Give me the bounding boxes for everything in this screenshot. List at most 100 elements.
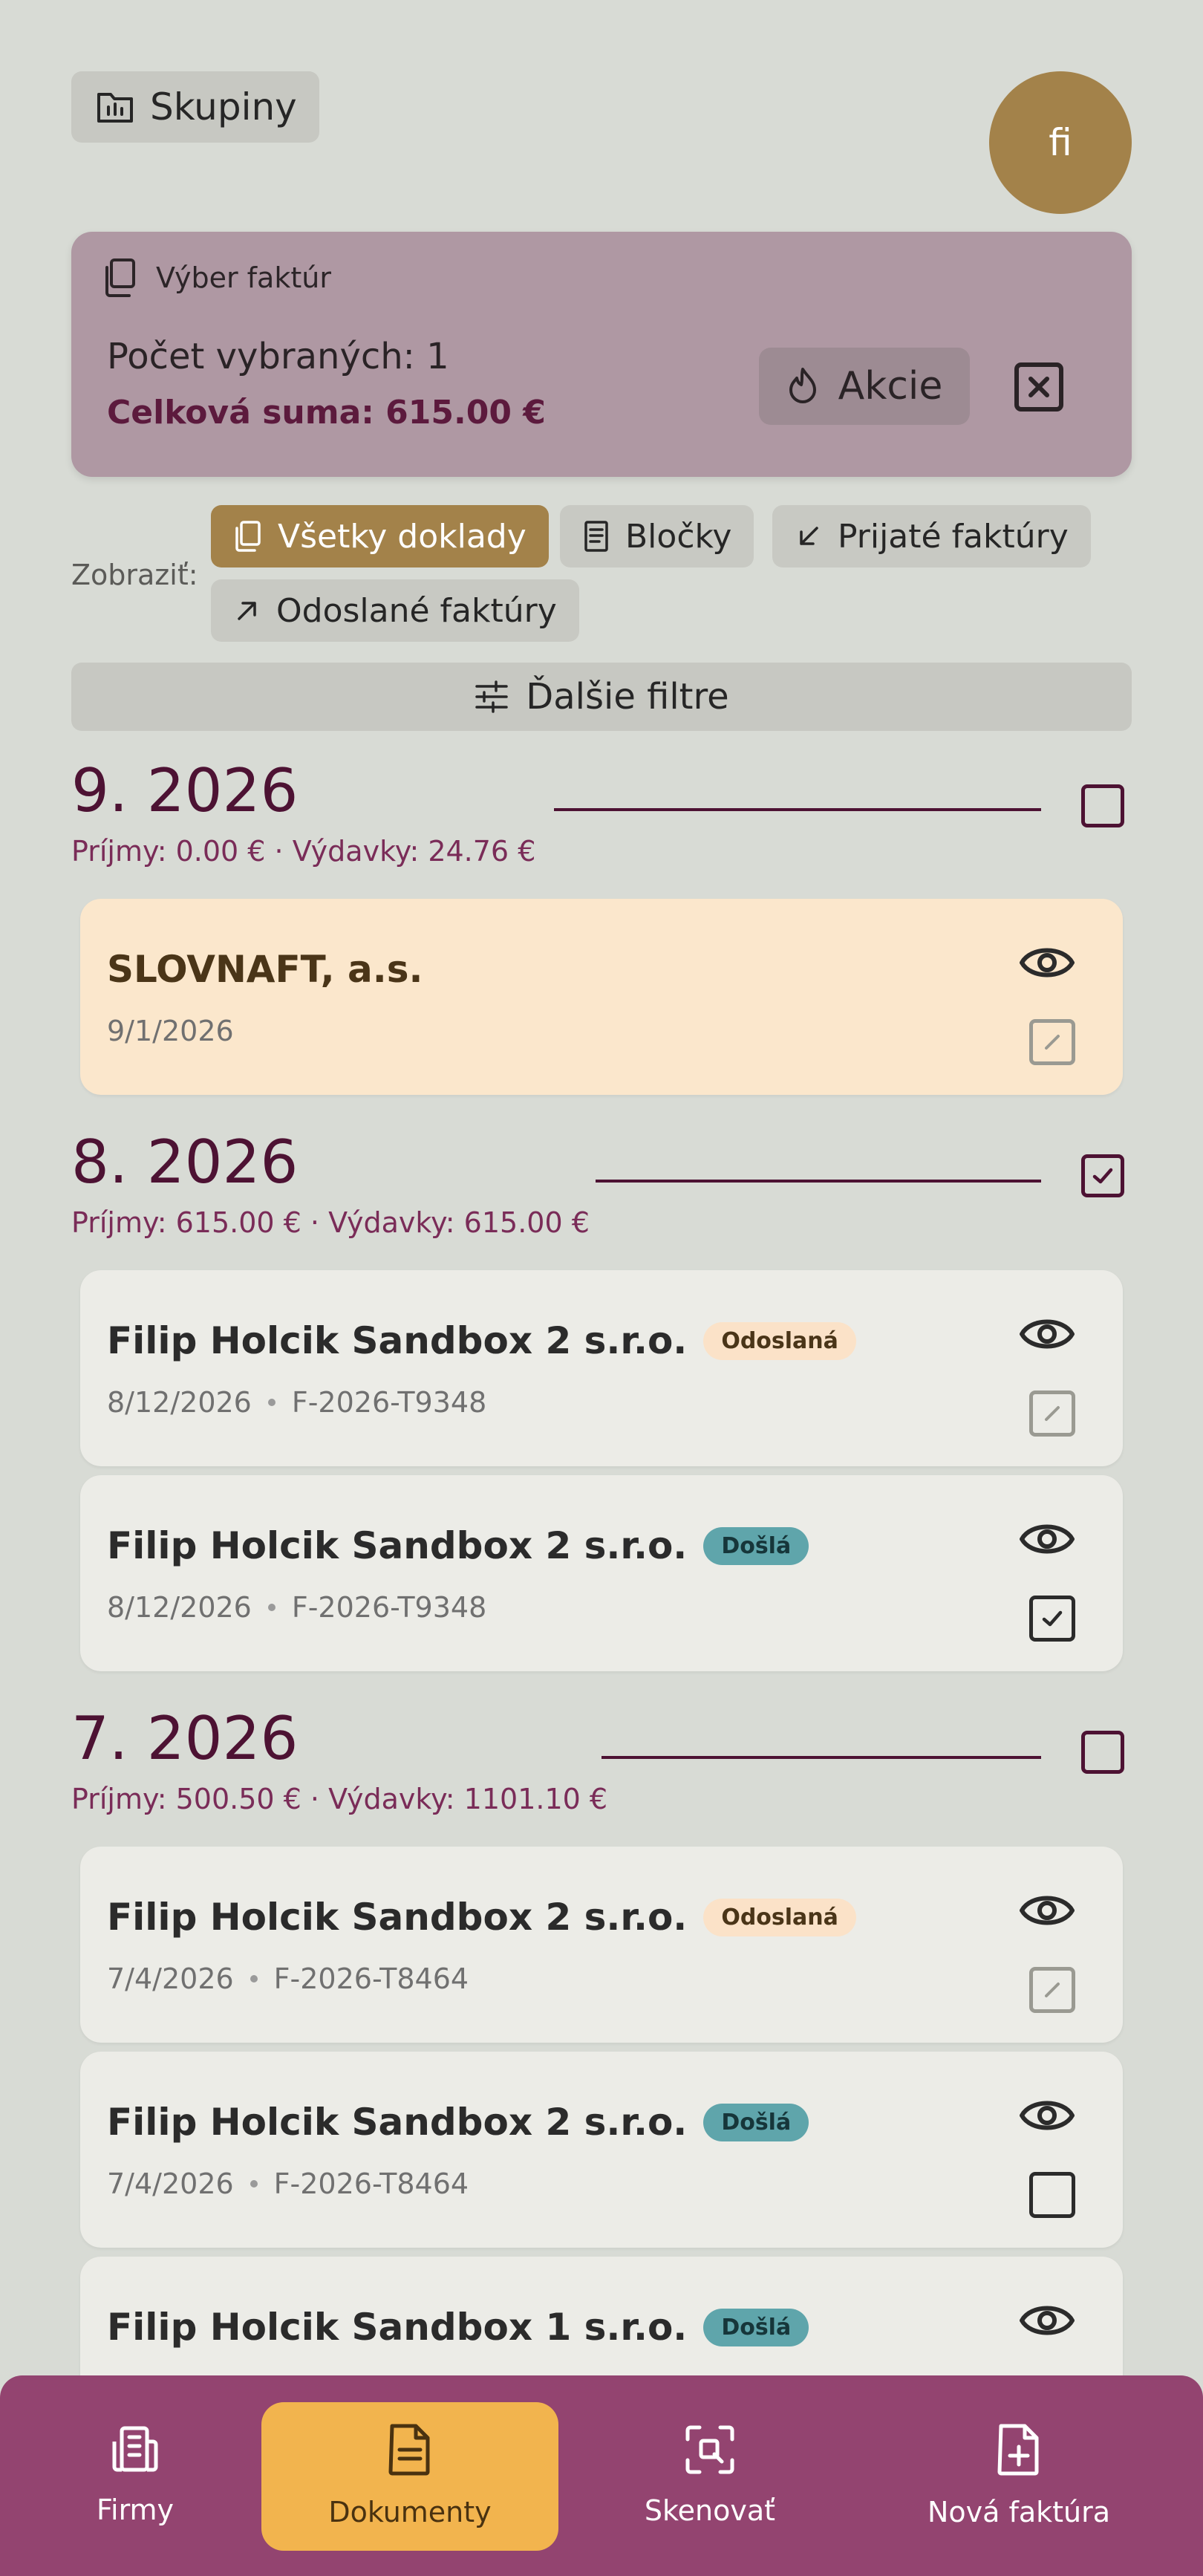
bottom-navigation: Firmy Dokumenty Skenovať Nová faktúra: [0, 2375, 1203, 2576]
document-meta: 7/4/2026 F-2026-T8464: [107, 1962, 469, 1995]
document-checkbox[interactable]: [1029, 2172, 1075, 2218]
document-company: Filip Holcik Sandbox 2 s.r.o.: [107, 1896, 688, 1939]
document-checkbox[interactable]: [1029, 1596, 1075, 1642]
document-title: Filip Holcik Sandbox 1 s.r.o. Došlá: [107, 2306, 809, 2349]
document-meta: 7/4/2026 F-2026-T8464: [107, 2167, 469, 2200]
month-select-checkbox[interactable]: [1081, 1731, 1124, 1774]
receipt-icon: [582, 520, 610, 553]
document-company: Filip Holcik Sandbox 1 s.r.o.: [107, 2306, 688, 2349]
view-button[interactable]: [1019, 2093, 1075, 2138]
chip-sent-invoices[interactable]: Odoslané faktúry: [211, 579, 579, 642]
view-button[interactable]: [1019, 1312, 1075, 1356]
companies-icon: [108, 2425, 162, 2474]
document-title: Filip Holcik Sandbox 2 s.r.o. Došlá: [107, 1524, 809, 1567]
check-icon: [1092, 1168, 1113, 1184]
flame-icon: [786, 366, 819, 406]
document-company: SLOVNAFT, a.s.: [107, 948, 423, 991]
view-button[interactable]: [1019, 940, 1075, 985]
arrow-up-right-icon: [233, 596, 261, 625]
document-title: Filip Holcik Sandbox 2 s.r.o. Došlá: [107, 2101, 809, 2144]
document-meta: 8/12/2026 F-2026-T9348: [107, 1591, 486, 1624]
document-card[interactable]: Filip Holcik Sandbox 2 s.r.o. Odoslaná 7…: [80, 1847, 1123, 2043]
separator-dot: [267, 1604, 276, 1611]
document-company: Filip Holcik Sandbox 2 s.r.o.: [107, 2101, 688, 2144]
document-meta: 9/1/2026: [107, 1015, 234, 1047]
groups-button[interactable]: Skupiny: [71, 71, 319, 143]
document-card[interactable]: Filip Holcik Sandbox 2 s.r.o. Odoslaná 8…: [80, 1270, 1123, 1466]
view-button[interactable]: [1019, 1517, 1075, 1561]
chip-received-invoices[interactable]: Prijaté faktúry: [772, 505, 1091, 567]
month-title: 9. 2026: [71, 756, 299, 825]
document-meta: 8/12/2026 F-2026-T9348: [107, 1386, 486, 1419]
document-checkbox-disabled: [1029, 1967, 1075, 2013]
eye-icon: [1019, 940, 1075, 985]
status-badge: Došlá: [703, 2103, 809, 2141]
status-badge: Došlá: [703, 1526, 809, 1565]
document-date: 7/4/2026: [107, 2167, 234, 2200]
document-title: Filip Holcik Sandbox 2 s.r.o. Odoslaná: [107, 1896, 856, 1939]
document-number: F-2026-T8464: [273, 1962, 469, 1995]
selection-header: Výber faktúr: [101, 257, 331, 299]
document-card[interactable]: Filip Holcik Sandbox 2 s.r.o. Došlá 7/4/…: [80, 2052, 1123, 2248]
month-summary: Príjmy: 500.50 € · Výdavky: 1101.10 €: [71, 1783, 608, 1815]
avatar[interactable]: fi: [989, 71, 1132, 214]
separator-dot: [250, 2180, 258, 2188]
eye-icon: [1019, 1312, 1075, 1356]
actions-button[interactable]: Akcie: [759, 348, 970, 425]
selected-count: Počet vybraných: 1: [107, 336, 449, 377]
month-summary: Príjmy: 615.00 € · Výdavky: 615.00 €: [71, 1206, 590, 1239]
month-select-checkbox[interactable]: [1081, 1154, 1124, 1197]
document-icon: [388, 2423, 432, 2476]
show-label: Zobraziť:: [71, 559, 198, 591]
nav-item-scan[interactable]: Skenovať: [621, 2375, 799, 2576]
eye-icon: [1019, 2298, 1075, 2343]
nav-label: Firmy: [96, 2494, 175, 2526]
document-checkbox-disabled: [1029, 1391, 1075, 1437]
chip-receipts[interactable]: Bločky: [560, 505, 754, 567]
status-badge: Odoslaná: [703, 1321, 856, 1360]
document-number: F-2026-T8464: [273, 2167, 469, 2200]
close-selection-button[interactable]: [1013, 361, 1065, 413]
document-date: 8/12/2026: [107, 1386, 252, 1419]
selected-sum: Celková suma: 615.00 €: [107, 394, 546, 432]
chip-label: Všetky doklady: [278, 517, 526, 556]
eye-icon: [1019, 1517, 1075, 1561]
nav-item-new-invoice[interactable]: Nová faktúra: [907, 2375, 1130, 2576]
document-title: Filip Holcik Sandbox 2 s.r.o. Odoslaná: [107, 1319, 856, 1362]
month-divider: [596, 1180, 1041, 1183]
month-summary: Príjmy: 0.00 € · Výdavky: 24.76 €: [71, 835, 536, 868]
month-select-checkbox[interactable]: [1081, 784, 1124, 827]
nav-label: Nová faktúra: [927, 2496, 1111, 2528]
close-icon: [1013, 361, 1065, 413]
new-invoice-icon: [997, 2423, 1041, 2476]
document-date: 7/4/2026: [107, 1962, 234, 1995]
document-company: Filip Holcik Sandbox 2 s.r.o.: [107, 1319, 688, 1362]
copy-icon: [101, 257, 140, 299]
chip-label: Bločky: [625, 517, 732, 556]
copy-icon: [233, 520, 263, 553]
sliders-icon: [474, 680, 509, 713]
actions-label: Akcie: [838, 364, 943, 409]
document-number: F-2026-T9348: [291, 1386, 487, 1419]
view-button[interactable]: [1019, 2298, 1075, 2343]
month-title: 8. 2026: [71, 1128, 299, 1197]
folder-icon: [97, 91, 134, 123]
nav-label: Dokumenty: [328, 2496, 492, 2528]
document-checkbox-disabled: [1029, 1019, 1075, 1065]
document-card[interactable]: Filip Holcik Sandbox 2 s.r.o. Došlá 8/12…: [80, 1475, 1123, 1671]
nav-label: Skenovať: [644, 2494, 776, 2527]
document-date: 9/1/2026: [107, 1015, 234, 1047]
document-card[interactable]: SLOVNAFT, a.s. 9/1/2026: [80, 899, 1123, 1095]
chip-all-documents[interactable]: Všetky doklady: [211, 505, 549, 567]
nav-item-documents[interactable]: Dokumenty: [261, 2375, 558, 2576]
nav-item-companies[interactable]: Firmy: [46, 2375, 224, 2576]
month-divider: [554, 808, 1041, 811]
document-date: 8/12/2026: [107, 1591, 252, 1624]
check-icon: [1042, 1610, 1063, 1627]
more-filters-label: Ďalšie filtre: [526, 676, 729, 718]
more-filters-button[interactable]: Ďalšie filtre: [71, 663, 1132, 731]
view-button[interactable]: [1019, 1888, 1075, 1933]
selection-panel: Výber faktúr Počet vybraných: 1 Celková …: [71, 232, 1132, 477]
separator-dot: [250, 1975, 258, 1983]
arrow-down-left-icon: [795, 522, 823, 550]
